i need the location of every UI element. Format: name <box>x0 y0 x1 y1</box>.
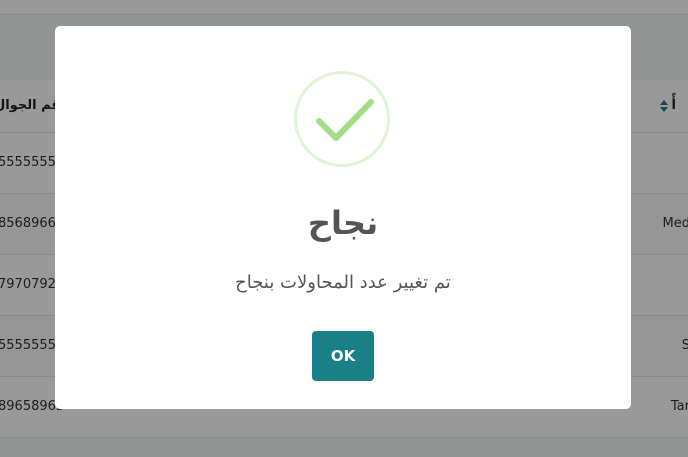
success-dialog: نجاح تم تغيير عدد المحاولات بنجاح OK <box>55 26 631 409</box>
check-icon <box>294 71 390 167</box>
check-icon-svg <box>316 99 374 141</box>
dialog-title: نجاح <box>307 204 379 242</box>
ok-button[interactable]: OK <box>312 331 374 381</box>
dialog-message: تم تغيير عدد المحاولات بنجاح <box>235 272 451 293</box>
